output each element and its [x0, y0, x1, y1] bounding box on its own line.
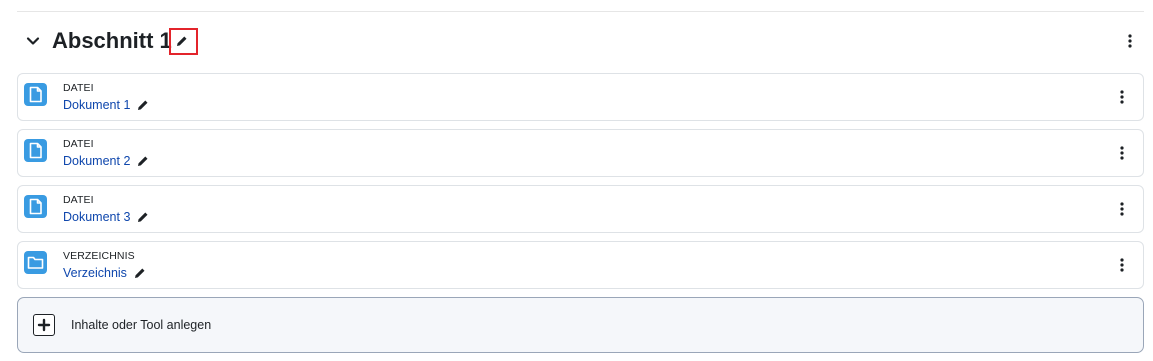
- activity-name[interactable]: Dokument 3: [63, 210, 130, 224]
- pencil-icon[interactable]: [176, 35, 188, 47]
- plus-icon: [37, 318, 51, 332]
- activity-type-label: DATEI: [63, 194, 94, 206]
- activity-link[interactable]: Verzeichnis: [63, 266, 146, 280]
- file-icon[interactable]: [24, 139, 47, 162]
- add-button-frame[interactable]: [33, 314, 55, 336]
- activity-name[interactable]: Verzeichnis: [63, 266, 127, 280]
- activity-menu-kebab-icon[interactable]: [1114, 88, 1130, 106]
- activity-type-label: DATEI: [63, 138, 94, 150]
- activity-item: DATEI Dokument 2: [17, 129, 1144, 177]
- activity-type-label: DATEI: [63, 82, 94, 94]
- section-menu-kebab-icon[interactable]: [1122, 32, 1138, 50]
- activity-link[interactable]: Dokument 1: [63, 98, 149, 112]
- pencil-icon[interactable]: [137, 99, 149, 111]
- activity-name[interactable]: Dokument 1: [63, 98, 130, 112]
- activity-menu-kebab-icon[interactable]: [1114, 256, 1130, 274]
- activity-type-label: VERZEICHNIS: [63, 250, 135, 262]
- pencil-icon[interactable]: [137, 155, 149, 167]
- activity-link[interactable]: Dokument 3: [63, 210, 149, 224]
- activity-name[interactable]: Dokument 2: [63, 154, 130, 168]
- section-header: Abschnitt 1: [17, 26, 1144, 58]
- activity-menu-kebab-icon[interactable]: [1114, 144, 1130, 162]
- file-icon[interactable]: [24, 195, 47, 218]
- activity-item: DATEI Dokument 1: [17, 73, 1144, 121]
- activity-item: DATEI Dokument 3: [17, 185, 1144, 233]
- file-icon[interactable]: [24, 83, 47, 106]
- pencil-icon[interactable]: [137, 211, 149, 223]
- add-content-label: Inhalte oder Tool anlegen: [71, 318, 212, 332]
- top-divider: [17, 11, 1144, 12]
- add-content-button[interactable]: Inhalte oder Tool anlegen: [17, 297, 1144, 353]
- activity-link[interactable]: Dokument 2: [63, 154, 149, 168]
- section-title: Abschnitt 1: [52, 28, 172, 53]
- pencil-icon[interactable]: [134, 267, 146, 279]
- chevron-down-icon[interactable]: [26, 34, 40, 48]
- activity-item: VERZEICHNIS Verzeichnis: [17, 241, 1144, 289]
- folder-icon[interactable]: [24, 251, 47, 274]
- activity-menu-kebab-icon[interactable]: [1114, 200, 1130, 218]
